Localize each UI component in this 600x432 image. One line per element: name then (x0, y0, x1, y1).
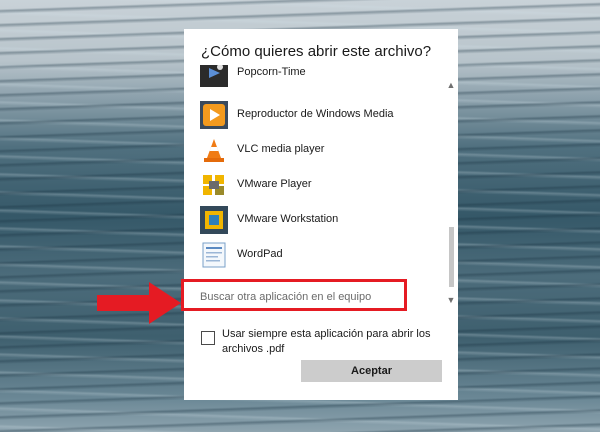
app-label: Reproductor de Windows Media (237, 108, 394, 120)
app-label: VLC media player (237, 143, 325, 155)
vlc-cone-icon (204, 139, 224, 162)
app-item-vmware-player[interactable]: VMware Player (200, 171, 440, 201)
app-item-wordpad[interactable]: WordPad (200, 241, 440, 271)
scroll-down-icon[interactable]: ▼ (446, 294, 456, 306)
always-use-checkbox[interactable] (201, 331, 215, 345)
app-list: Popcorn-Time Reproductor de Windows Medi… (184, 65, 458, 309)
app-label: VMware Workstation (237, 213, 339, 225)
app-list-scrollbar[interactable]: ▲ ▼ (446, 79, 456, 311)
accept-button[interactable]: Aceptar (301, 360, 442, 382)
highlight-box (181, 279, 407, 311)
app-label: VMware Player (237, 178, 312, 190)
app-item-vlc[interactable]: VLC media player (200, 136, 440, 166)
open-with-dialog: ¿Cómo quieres abrir este archivo? Popcor… (184, 29, 458, 400)
vmware-player-icon (200, 171, 228, 199)
app-label: Popcorn-Time (237, 66, 306, 78)
app-item-popcorn-time[interactable]: Popcorn-Time (200, 65, 440, 97)
popcorn-time-icon (200, 65, 228, 87)
red-arrow-icon (97, 282, 181, 324)
windows-media-player-icon (200, 101, 228, 129)
wordpad-icon (202, 242, 226, 268)
app-item-vmware-workstation[interactable]: VMware Workstation (200, 206, 440, 236)
scroll-thumb[interactable] (449, 227, 454, 287)
app-label: WordPad (237, 248, 283, 260)
app-item-windows-media[interactable]: Reproductor de Windows Media (200, 101, 440, 131)
scroll-up-icon[interactable]: ▲ (446, 79, 456, 91)
vmware-workstation-icon (200, 206, 228, 234)
always-use-label: Usar siempre esta aplicación para abrir … (222, 328, 431, 355)
dialog-title: ¿Cómo quieres abrir este archivo? (201, 43, 432, 60)
